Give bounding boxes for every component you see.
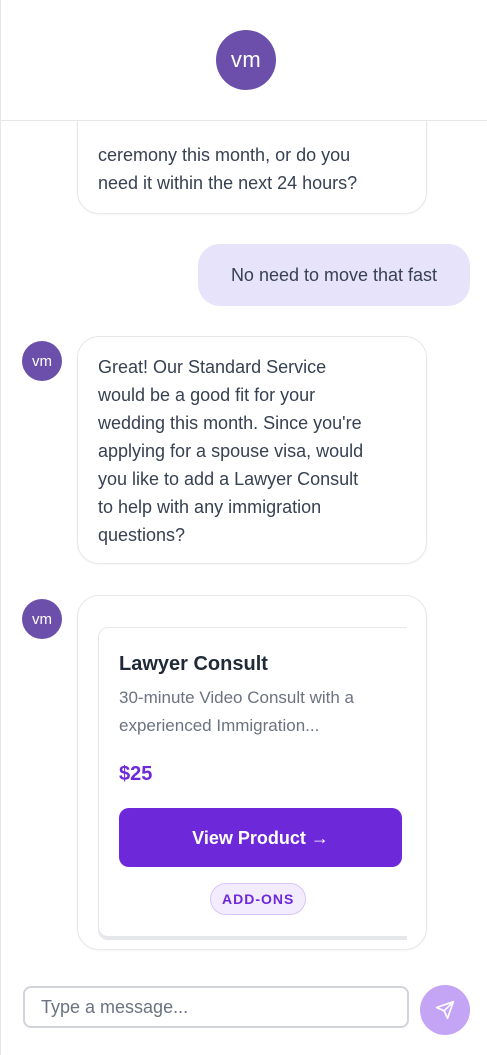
- message-line: need it within the next 24 hours?: [98, 173, 358, 193]
- message-line: questions?: [98, 525, 186, 545]
- product-card[interactable]: Lawyer Consult 30-minute Video Consult w…: [98, 627, 407, 937]
- message-line: wedding this month. Since you're: [98, 413, 362, 433]
- bot-message-bubble: ceremony this month, or do you need it w…: [77, 121, 427, 214]
- message-line: Great! Our Standard Service: [98, 357, 327, 377]
- bot-message-text: Great! Our Standard Service would be a g…: [98, 353, 410, 549]
- send-icon: [435, 1000, 455, 1020]
- brand-avatar: vm: [216, 30, 276, 90]
- view-product-button[interactable]: View Product →: [119, 808, 402, 867]
- description-line: 30-minute Video Consult with a: [119, 688, 354, 707]
- message-line: to help with any immigration: [98, 497, 322, 517]
- product-title: Lawyer Consult: [119, 653, 268, 675]
- product-price: $25: [119, 763, 153, 785]
- bot-message-bubble: Great! Our Standard Service would be a g…: [77, 336, 427, 564]
- user-message-bubble: No need to move that fast: [198, 244, 470, 306]
- category-tag: ADD-ONS: [210, 883, 307, 915]
- product-message-bubble: Lawyer Consult 30-minute Video Consult w…: [77, 595, 427, 950]
- bot-message-text: ceremony this month, or do you need it w…: [98, 141, 410, 197]
- message-line: applying for a spouse visa, would: [98, 441, 364, 461]
- message-line: ceremony this month, or do you: [98, 145, 351, 165]
- message-list[interactable]: ceremony this month, or do you need it w…: [1, 121, 487, 974]
- chat-header: vm: [1, 0, 487, 121]
- message-composer: [1, 974, 487, 1055]
- message-input[interactable]: [23, 986, 409, 1028]
- bot-avatar: vm: [22, 599, 62, 639]
- bot-avatar: vm: [22, 341, 62, 381]
- chat-widget: vm ceremony this month, or do you need i…: [0, 0, 487, 1055]
- user-message-text: No need to move that fast: [230, 264, 438, 285]
- message-line: you like to add a Lawyer Consult: [98, 469, 359, 489]
- message-line: would be a good fit for your: [98, 385, 316, 405]
- send-button[interactable]: [420, 985, 470, 1035]
- description-line: experienced Immigration...: [119, 716, 320, 735]
- product-description: 30-minute Video Consult with a experienc…: [119, 684, 389, 740]
